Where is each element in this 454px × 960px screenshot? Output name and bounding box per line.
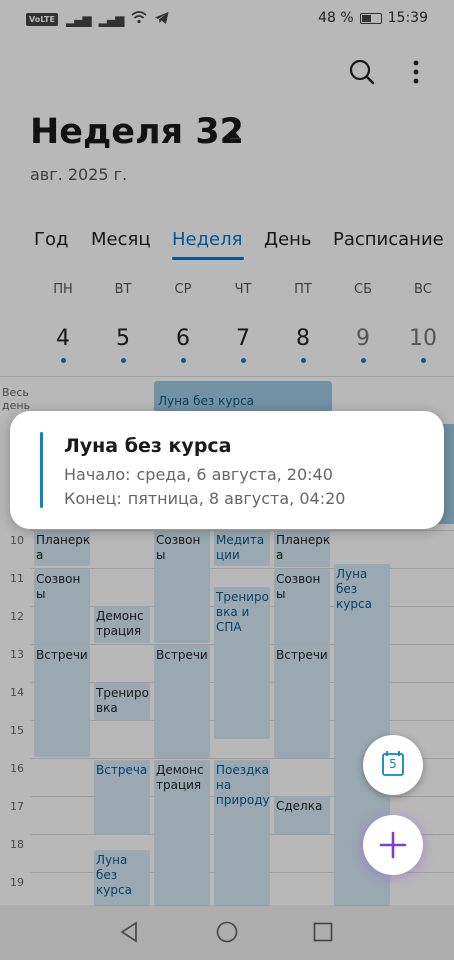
add-event-button[interactable] [363, 815, 423, 875]
event-color-bar [40, 432, 43, 508]
today-number: 5 [389, 757, 397, 771]
back-icon[interactable] [118, 920, 142, 944]
plus-icon [379, 831, 407, 859]
event-preview-card[interactable]: Луна без курса Начало: среда, 6 августа, … [10, 411, 444, 529]
today-button[interactable]: 5 [363, 735, 423, 795]
event-title: Луна без курса [64, 435, 232, 457]
event-start: Начало: среда, 6 августа, 20:40 [64, 465, 333, 484]
recents-icon[interactable] [311, 920, 335, 944]
home-icon[interactable] [215, 920, 239, 944]
event-end: Конец: пятница, 8 августа, 04:20 [64, 489, 346, 508]
